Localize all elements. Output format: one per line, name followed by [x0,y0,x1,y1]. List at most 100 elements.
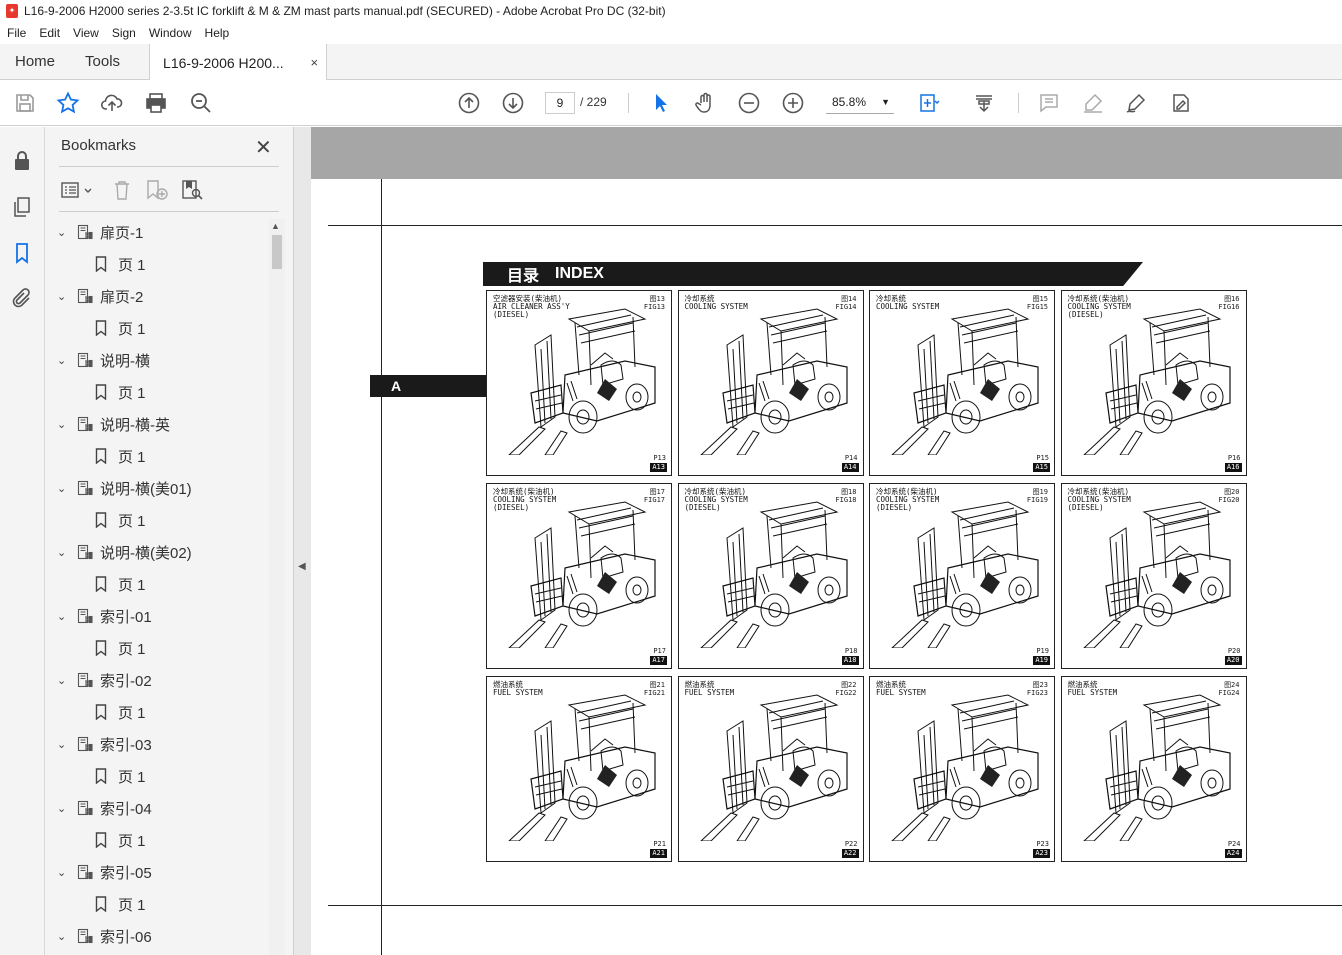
pages-icon[interactable] [10,195,34,219]
chevron-down-icon[interactable]: ⌄ [57,482,69,495]
figure-index-cell[interactable]: 冷却系统(柴油机) COOLING SYSTEM (DIESEL) 图19 FIG… [869,483,1055,669]
close-panel-icon[interactable]: ✕ [255,135,272,160]
delete-bookmark-icon[interactable] [112,179,132,201]
highlight-icon[interactable] [1080,90,1106,116]
menu-edit[interactable]: Edit [32,26,66,40]
find-zoom-icon[interactable] [188,90,214,116]
bookmark-child-item[interactable]: 页 1 [45,699,146,725]
bookmark-child-item[interactable]: 页 1 [45,635,146,661]
figure-index-cell[interactable]: 冷却系统(柴油机) COOLING SYSTEM (DIESEL) 图18 FIG… [677,483,864,669]
figure-index-cell[interactable]: 冷却系统(柴油机) COOLING SYSTEM (DIESEL) 图16 FIG… [1060,290,1247,476]
sign-icon[interactable] [1123,90,1149,116]
tab-document[interactable]: L16-9-2006 H200... × [149,44,328,81]
figure-index-cell[interactable]: 冷却系统 COOLING SYSTEM 图14 FIG14 P14 A14 [677,290,864,476]
chevron-down-icon[interactable]: ⌄ [57,610,69,623]
menu-sign[interactable]: Sign [105,26,142,40]
bookmark-child-item[interactable]: 页 1 [45,443,146,469]
figure-index-cell[interactable]: 燃油系统 FUEL SYSTEM 图21 FIG21 P21 A21 [486,676,672,862]
bookmark-child-item[interactable]: 页 1 [45,891,146,917]
bookmarks-scrollbar[interactable] [269,219,285,955]
tab-tools[interactable]: Tools [70,44,135,79]
figure-index-cell[interactable]: 燃油系统 FUEL SYSTEM 图22 FIG22 P22 A22 [677,676,864,862]
zoom-level-select[interactable]: 85.8% ▼ [826,92,894,114]
page-header-band [311,127,1342,179]
figure-index-cell[interactable]: 冷却系统(柴油机) COOLING SYSTEM (DIESEL) 图17 FIG… [486,483,672,669]
bookmark-item[interactable]: ⌄ 说明-横(美02) [45,539,192,565]
figure-index-cell[interactable]: 空滤器安装(柴油机) AIR CLEANER ASS'Y (DIESEL) 图13… [486,290,672,476]
chevron-down-icon[interactable]: ⌄ [57,866,69,879]
menu-file[interactable]: File [0,26,32,40]
bookmark-child-item[interactable]: 页 1 [45,827,146,853]
figure-index-cell[interactable]: 燃油系统 FUEL SYSTEM 图23 FIG23 P23 A23 [869,676,1055,862]
chevron-down-icon[interactable]: ⌄ [57,290,69,303]
figure-index-cell[interactable]: 冷却系统(柴油机) COOLING SYSTEM (DIESEL) 图20 FIG… [1060,483,1247,669]
upload-icon[interactable] [99,90,125,116]
comment-icon[interactable] [1036,90,1062,116]
bookmark-icon [95,896,107,913]
document-view[interactable]: 目录 INDEX A 空滤器安装(柴油机) AIR CLEANER ASS'Y … [311,127,1342,955]
menu-help[interactable]: Help [198,26,236,40]
bookmark-item[interactable]: ⌄ 索引-05 [45,859,152,885]
print-icon[interactable] [143,90,169,116]
bookmark-child-item[interactable]: 页 1 [45,571,146,597]
chevron-down-icon[interactable]: ⌄ [57,738,69,751]
panel-collapse-divider[interactable]: ◀ [293,127,311,955]
page-number-input[interactable]: 9 [545,92,575,114]
bookmark-item[interactable]: ⌄ 说明-横(美01) [45,475,192,501]
options-menu-icon[interactable] [61,180,95,200]
chevron-down-icon[interactable]: ⌄ [57,930,69,943]
hand-tool-icon[interactable] [692,90,718,116]
close-tab-icon[interactable]: × [310,55,318,70]
bookmark-child-item[interactable]: 页 1 [45,763,146,789]
bookmark-star-icon[interactable] [55,90,81,116]
lock-icon[interactable] [10,149,34,173]
zoom-out-icon[interactable] [736,90,762,116]
bookmark-item[interactable]: ⌄ 扉页-1 [45,219,143,245]
figure-index-cell[interactable]: 燃油系统 FUEL SYSTEM 图24 FIG24 P24 A24 [1060,676,1247,862]
bookmark-item[interactable]: ⌄ 说明-横 [45,347,150,373]
chevron-down-icon[interactable]: ⌄ [57,802,69,815]
scroll-mode-icon[interactable] [971,90,997,116]
search-bookmark-icon[interactable] [181,179,205,201]
scroll-up-arrow-icon[interactable]: ▲ [271,221,280,231]
bookmark-item[interactable]: ⌄ 索引-04 [45,795,152,821]
bookmark-child-item[interactable]: 页 1 [45,507,146,533]
menu-window[interactable]: Window [142,26,198,40]
bookmark-item[interactable]: ⌄ 扉页-2 [45,283,143,309]
fill-sign-icon[interactable] [1168,90,1194,116]
prev-page-icon[interactable] [456,90,482,116]
collapse-arrow-icon[interactable]: ◀ [298,561,306,572]
chevron-down-icon[interactable]: ⌄ [57,546,69,559]
next-page-icon[interactable] [500,90,526,116]
bookmark-icon [95,448,107,465]
bookmark-child-item[interactable]: 页 1 [45,379,146,405]
save-icon[interactable] [12,90,38,116]
new-bookmark-icon[interactable] [145,179,169,201]
bookmark-icon[interactable] [10,241,34,265]
tab-home[interactable]: Home [0,44,70,79]
bookmark-item[interactable]: ⌄ 索引-06 [45,923,152,949]
bookmark-item[interactable]: ⌄ 说明-横-英 [45,411,170,437]
figure-index-cell[interactable]: 冷却系统 COOLING SYSTEM 图15 FIG15 P15 A15 [869,290,1055,476]
menu-view[interactable]: View [66,26,105,40]
title-bar: ✦ L16-9-2006 H2000 series 2-3.5t IC fork… [0,0,1342,22]
bookmark-child-item[interactable]: 页 1 [45,315,146,341]
bookmark-item[interactable]: ⌄ 索引-02 [45,667,152,693]
zoom-in-icon[interactable] [780,90,806,116]
bookmark-child-label: 页 1 [118,768,146,786]
chevron-down-icon[interactable]: ⌄ [57,226,69,239]
bookmarks-scrollbar-thumb[interactable] [272,235,282,269]
fit-page-icon[interactable] [916,90,942,116]
attachment-icon[interactable] [10,287,34,311]
figure-page: P14 [844,454,858,462]
bookmark-tree-icon [77,800,93,816]
select-cursor-icon[interactable] [648,90,674,116]
bookmark-item[interactable]: ⌄ 索引-03 [45,731,152,757]
bookmark-item[interactable]: ⌄ 索引-01 [45,603,152,629]
bookmark-child-item[interactable]: 页 1 [45,251,146,277]
bookmark-icon [95,256,107,273]
chevron-down-icon[interactable]: ⌄ [57,674,69,687]
chevron-down-icon[interactable]: ⌄ [57,354,69,367]
chevron-down-icon[interactable]: ⌄ [57,418,69,431]
page-total: / 229 [580,95,607,109]
